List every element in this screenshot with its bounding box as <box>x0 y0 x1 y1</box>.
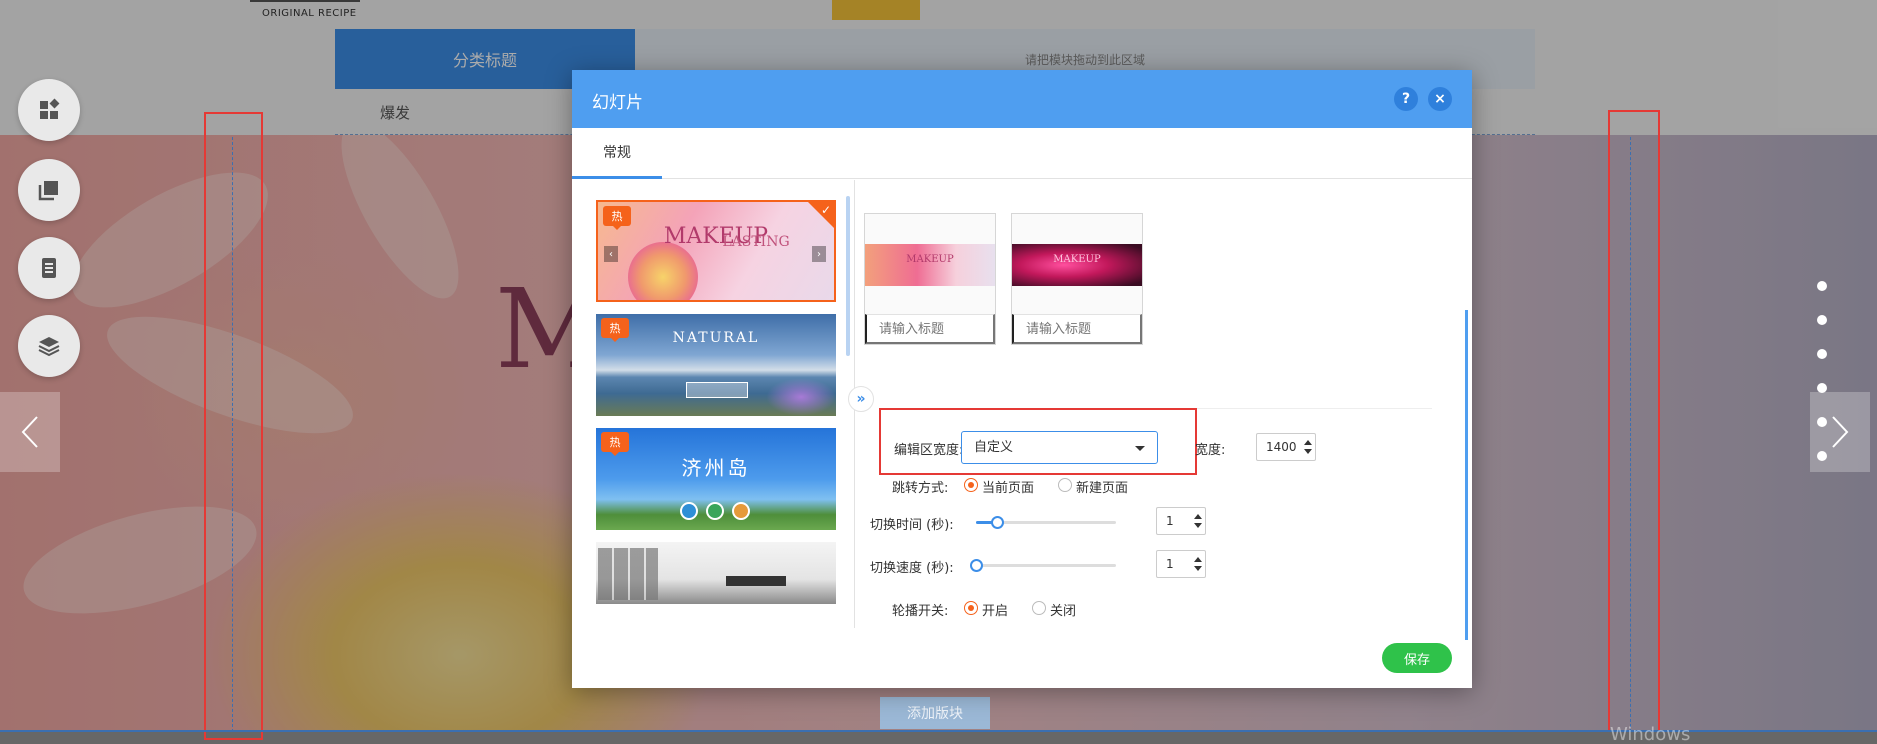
office-thumbnails <box>598 548 658 600</box>
document-icon <box>42 258 56 278</box>
slide-thumbnail: MAKEUP <box>1012 244 1142 286</box>
flower-graphic <box>628 242 698 300</box>
pager-dot[interactable] <box>1817 281 1827 291</box>
template-item[interactable]: NATURAL 热 <box>596 314 836 416</box>
autoplay-off-radio[interactable] <box>1032 601 1046 615</box>
switch-time-input[interactable]: 1 <box>1156 507 1206 535</box>
section-bottom-border <box>0 730 1877 732</box>
slider-knob[interactable] <box>970 559 983 572</box>
chevron-left-icon: ‹ <box>604 246 618 262</box>
autoplay-off-label[interactable]: 关闭 <box>1050 600 1076 619</box>
settings-scrollbar[interactable] <box>1465 310 1468 640</box>
switch-time-slider[interactable] <box>976 516 1116 529</box>
pager-dot[interactable] <box>1817 383 1827 393</box>
hot-badge: 热 <box>601 432 629 456</box>
tab-general[interactable]: 常规 <box>572 128 662 179</box>
width-label: 宽度: <box>1195 443 1226 458</box>
page-tool-button[interactable] <box>18 237 80 299</box>
highlight-left-margin <box>204 112 263 740</box>
width-input[interactable]: 1400 <box>1256 433 1316 461</box>
windows-watermark: Windows <box>1610 724 1691 744</box>
close-icon[interactable]: × <box>1428 87 1452 111</box>
switch-speed-value: 1 <box>1166 557 1174 571</box>
spin-up-icon[interactable] <box>1194 557 1202 562</box>
spin-up-icon[interactable] <box>1194 514 1202 519</box>
switch-speed-label: 切换速度 (秒): <box>870 561 954 576</box>
slide-title-input[interactable] <box>1012 314 1142 344</box>
circle-badge <box>732 502 750 520</box>
help-icon[interactable]: ? <box>1394 87 1418 111</box>
hot-badge: 热 <box>603 206 631 230</box>
dialog-header: 幻灯片 ? × <box>572 70 1472 128</box>
edit-width-value: 自定义 <box>974 440 1014 455</box>
template-item[interactable]: MAKEUP LASTING ‹ › 热 ✓ <box>596 200 836 302</box>
check-icon: ✓ <box>820 203 831 217</box>
carousel-prev-button[interactable] <box>0 392 60 472</box>
spin-up-icon[interactable] <box>1304 440 1312 445</box>
pager-dot[interactable] <box>1817 417 1827 427</box>
template-list: MAKEUP LASTING ‹ › 热 ✓ NATURAL 热 济州岛 热 <box>572 180 855 628</box>
edit-width-label: 编辑区宽度: <box>894 443 964 458</box>
copy-tool-button[interactable] <box>18 159 80 221</box>
switch-time-value: 1 <box>1166 514 1174 528</box>
apps-icon <box>40 98 60 119</box>
slide-thumbnail: MAKEUP <box>865 244 995 286</box>
chevron-left-icon <box>21 416 38 448</box>
template-title: 济州岛 <box>681 456 751 480</box>
switch-speed-input[interactable]: 1 <box>1156 550 1206 578</box>
jump-new-label[interactable]: 新建页面 <box>1076 477 1128 496</box>
copy-icon <box>38 181 58 201</box>
jump-mode-label: 跳转方式: <box>892 481 949 496</box>
template-subtitle: LASTING <box>722 234 790 250</box>
apps-tool-button[interactable] <box>18 79 80 141</box>
pager-dot[interactable] <box>1817 315 1827 325</box>
lupine-graphic <box>766 378 836 416</box>
spin-down-icon[interactable] <box>1194 523 1202 528</box>
settings-panel: MAKEUP MAKEUP 编辑区宽度: 自定义 宽度: 1400 跳转方式: … <box>856 180 1472 640</box>
template-title: NATURAL <box>672 330 760 346</box>
width-value: 1400 <box>1266 440 1297 454</box>
template-item[interactable]: 济州岛 热 <box>596 428 836 530</box>
chevron-right-icon <box>1832 416 1849 448</box>
spin-down-icon[interactable] <box>1304 449 1312 454</box>
autoplay-on-label[interactable]: 开启 <box>982 600 1008 619</box>
jump-current-label[interactable]: 当前页面 <box>982 477 1034 496</box>
switch-speed-slider[interactable] <box>970 559 1116 572</box>
slideshow-dialog: 幻灯片 ? × 常规 MAKEUP LASTING ‹ › 热 ✓ NATURA… <box>572 70 1472 688</box>
add-block-button[interactable]: 添加版块 <box>880 697 990 729</box>
template-item[interactable] <box>596 542 836 604</box>
layers-tool-button[interactable] <box>18 315 80 377</box>
switch-time-label: 切换时间 (秒): <box>870 518 954 533</box>
template-thumb-frame <box>686 382 748 398</box>
autoplay-label: 轮播开关: <box>892 604 949 619</box>
autoplay-on-radio[interactable] <box>964 601 978 615</box>
slide-card[interactable]: MAKEUP <box>864 213 996 345</box>
jump-new-radio[interactable] <box>1058 478 1072 492</box>
slide-title-input[interactable] <box>865 314 995 344</box>
pager-dot[interactable] <box>1817 451 1827 461</box>
slide-caption: MAKEUP <box>1053 254 1101 265</box>
chevron-right-icon: › <box>812 246 826 262</box>
highlight-right-margin <box>1608 110 1660 732</box>
slide-caption: MAKEUP <box>906 254 954 265</box>
dialog-title: 幻灯片 <box>592 93 643 113</box>
spin-down-icon[interactable] <box>1194 566 1202 571</box>
edit-width-select[interactable]: 自定义 <box>961 431 1158 464</box>
save-button[interactable]: 保存 <box>1382 643 1452 673</box>
slide-card[interactable]: MAKEUP <box>1011 213 1143 345</box>
hot-badge: 热 <box>601 318 629 342</box>
conference-table <box>726 576 786 586</box>
jump-current-radio[interactable] <box>964 478 978 492</box>
layers-icon <box>38 337 60 357</box>
pager-dot[interactable] <box>1817 349 1827 359</box>
circle-badge <box>680 502 698 520</box>
slider-knob[interactable] <box>991 516 1004 529</box>
caret-down-icon <box>1135 446 1145 451</box>
circle-badge <box>706 502 724 520</box>
template-list-scrollbar[interactable] <box>846 196 850 356</box>
dialog-tabs: 常规 <box>572 128 1472 179</box>
